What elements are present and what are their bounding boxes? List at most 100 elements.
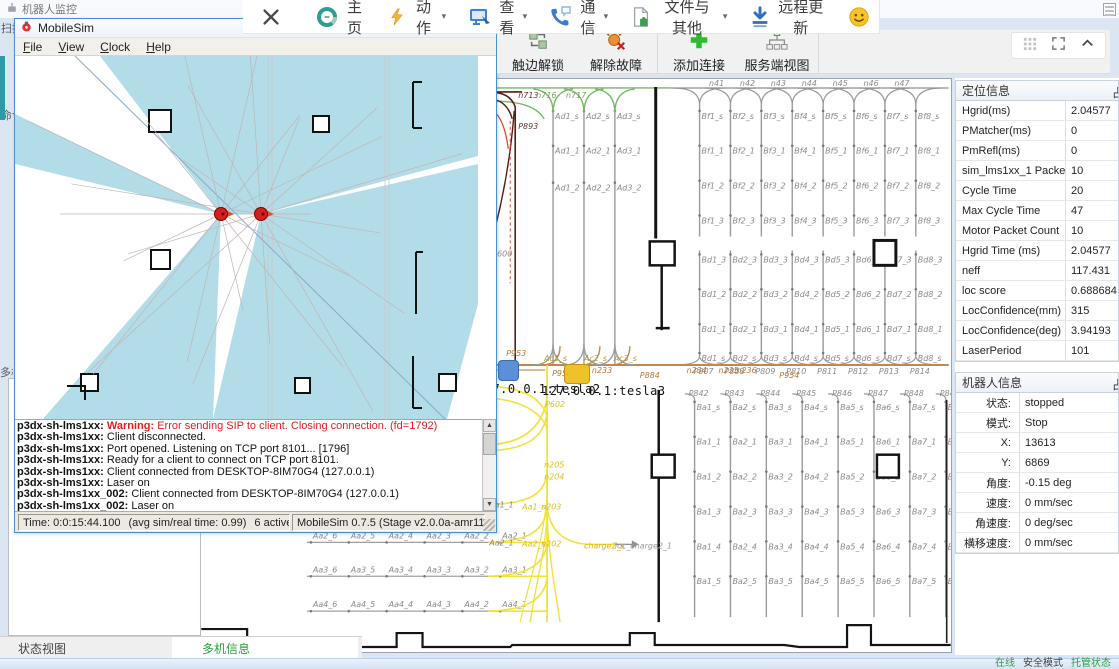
files-button-label: 文件与其他 [657, 0, 717, 38]
map-label: Ba2_3 [732, 507, 756, 516]
lane-node [765, 505, 768, 508]
panel-title: 定位信息 [962, 82, 1010, 99]
lane-node [873, 575, 876, 578]
map-label: Bf4_2 [794, 182, 816, 191]
view-button[interactable]: 查看▾ [460, 0, 535, 41]
robot-marker[interactable] [564, 364, 590, 384]
map-shape [877, 455, 899, 478]
files-button[interactable]: 文件与其他▾ [622, 0, 735, 41]
lane-node [614, 181, 617, 184]
row-label: 横移速度: [956, 533, 1020, 552]
lane-node [423, 610, 426, 613]
mobilesim-title: MobileSim [38, 21, 94, 35]
lane-node [729, 470, 732, 473]
map-label: Aa1_s [521, 502, 546, 511]
expand-icon[interactable] [1051, 36, 1066, 56]
panel-toggle-icon[interactable] [1103, 3, 1116, 16]
lane-node [729, 352, 732, 355]
map-label: Bd3_1 [763, 325, 788, 334]
close-button[interactable] [251, 2, 291, 32]
sim-robot[interactable] [215, 208, 228, 221]
map-label: Ba1_3 [697, 507, 721, 516]
row-label: Max Cycle Time [956, 201, 1066, 220]
map-label: Bf6_3 [856, 216, 878, 225]
lane-node [822, 253, 825, 256]
scroll-up-icon[interactable]: ▲ [483, 419, 496, 432]
resize-grip[interactable] [483, 519, 495, 531]
robot-marker[interactable] [498, 360, 519, 381]
lane-node [765, 470, 768, 473]
row-value: stopped [1020, 393, 1064, 412]
log-scrollbar[interactable]: ▲ ▼ [482, 419, 496, 511]
right-panel: 定位信息占Hgrid(ms)2.04577PMatcher(ms)0PmRefl… [955, 78, 1119, 655]
lane-node [698, 144, 701, 147]
map-label: Bf1_s [702, 112, 723, 121]
map-label: Ba8_4 [948, 542, 951, 551]
comm-button[interactable]: 通信▾ [541, 0, 616, 41]
lane-node [873, 401, 876, 404]
lane-node [729, 435, 732, 438]
map-label: Ba7_s [912, 403, 936, 412]
map-label: P846 [832, 389, 852, 398]
map-label: Bd7_2 [887, 290, 912, 299]
map-label: Ac1_s [543, 354, 567, 363]
row-value: 0 [1066, 121, 1077, 140]
table-row: 角速度:0 deg/sec [956, 513, 1118, 533]
map-label: Ba6_5 [876, 577, 900, 586]
menu-help[interactable]: Help [138, 40, 179, 54]
localization-panel: 定位信息占Hgrid(ms)2.04577PMatcher(ms)0PmRefl… [955, 80, 1119, 362]
row-label: Hgrid Time (ms) [956, 241, 1066, 260]
map-shape [313, 116, 329, 132]
lane-node [765, 575, 768, 578]
map-label: Bd3_2 [763, 290, 788, 299]
lane-node [837, 540, 840, 543]
map-label: Bd5_s [825, 354, 849, 363]
remote-update-button[interactable]: 远程更新 [741, 0, 833, 41]
map-label: Aa2_s [521, 539, 546, 548]
lane-node [909, 435, 912, 438]
lane-node [729, 144, 732, 147]
map-label: Bf6_1 [856, 147, 878, 156]
home-button[interactable]: 主页 [307, 0, 373, 41]
map-label: P842 [689, 389, 709, 398]
map-shape [488, 398, 547, 445]
unlock-edges-button-label: 触边解锁 [512, 55, 564, 74]
map-label: Ba7_2 [912, 473, 936, 482]
map-label: Aa3_3 [426, 565, 451, 574]
map-label: Bf8_1 [918, 147, 940, 156]
tab-multi-machine-info[interactable]: 多机信息 [172, 637, 358, 659]
lane-node [915, 214, 918, 217]
lane-node [873, 435, 876, 438]
map-label: Aa3_4 [388, 565, 413, 574]
scrollbar-thumb[interactable] [483, 433, 496, 455]
lane-node [423, 575, 426, 578]
action-button[interactable]: 动作▾ [379, 0, 454, 41]
sim-avg-ratio: (avg sim/real time: 0.99) [128, 517, 246, 529]
map-label: Ac3_s [613, 354, 637, 363]
collapse-icon[interactable] [1080, 36, 1095, 56]
map-label: Ad1_s [554, 112, 579, 121]
lane-node [884, 110, 887, 113]
app-title: 机器人监控 [22, 1, 77, 17]
lane-node [423, 541, 426, 544]
tab-status-view[interactable]: 状态视图 [18, 637, 66, 659]
mobilesim-window[interactable]: MobileSim FileViewClockHelp p3dx-sh-lms1… [14, 18, 497, 533]
lane-node [583, 144, 586, 147]
sim-robot[interactable] [255, 208, 268, 221]
comm-button-label: 通信 [578, 0, 598, 38]
smiley-button[interactable] [839, 2, 879, 32]
lane-node [853, 323, 856, 326]
map-label: P893 [518, 122, 538, 131]
grid-icon[interactable] [1022, 36, 1037, 56]
scroll-down-icon[interactable]: ▼ [483, 498, 496, 511]
app-root: 机器人监控 扫描 命令 多机 Bf1_sBf1_1Bf1_2Bf1_3Bf2_s… [0, 0, 1119, 669]
menu-clock[interactable]: Clock [92, 40, 138, 54]
mobilesim-viewport[interactable] [15, 56, 496, 419]
map-shape [916, 88, 942, 105]
menu-file[interactable]: File [15, 40, 50, 54]
row-label: Cycle Time [956, 181, 1066, 200]
menu-view[interactable]: View [50, 40, 92, 54]
map-label: Bd7_1 [887, 325, 912, 334]
lane-node [837, 505, 840, 508]
lane-node [310, 541, 313, 544]
